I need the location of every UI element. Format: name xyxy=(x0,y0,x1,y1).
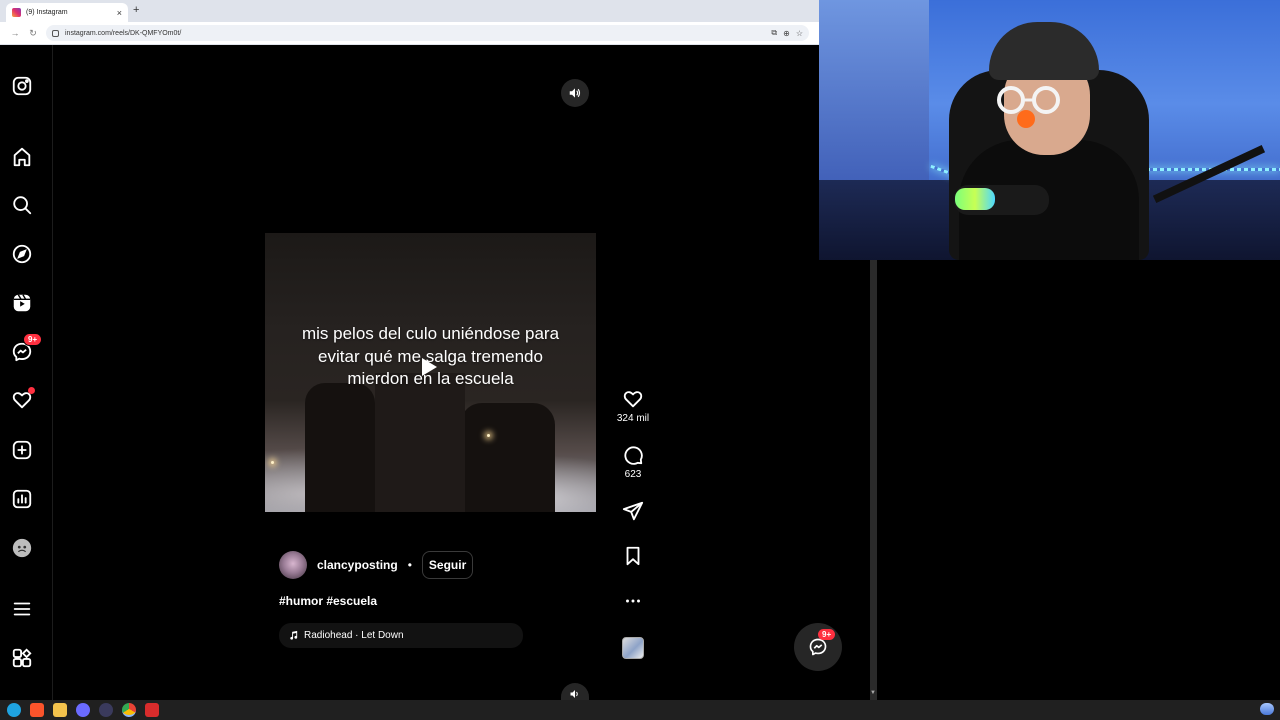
reel-author: clancyposting • Seguir xyxy=(279,551,474,579)
page-scrollbar[interactable] xyxy=(870,260,877,700)
author-avatar[interactable] xyxy=(279,551,307,579)
edge-icon[interactable] xyxy=(7,703,21,717)
reel-overlay-text: mis pelos del culo uniéndose para evitar… xyxy=(301,324,560,388)
site-info-icon[interactable] xyxy=(52,29,59,37)
create-icon[interactable] xyxy=(11,439,33,461)
author-username[interactable]: clancyposting xyxy=(317,558,398,572)
webcam-novelty-glasses xyxy=(997,86,1060,114)
obs-icon[interactable] xyxy=(99,703,113,717)
zoom-icon[interactable]: ⊕ xyxy=(783,29,790,38)
video-star-light xyxy=(271,461,274,464)
video-star-light xyxy=(487,434,490,437)
more-dots-icon xyxy=(626,599,640,603)
bookmark-icon xyxy=(626,546,640,566)
send-icon xyxy=(622,501,644,521)
music-note-icon xyxy=(290,630,298,640)
more-menu-icon[interactable] xyxy=(11,598,33,620)
comment-icon xyxy=(624,446,643,465)
audio-track[interactable]: Radiohead · Let Down xyxy=(279,623,523,648)
install-app-icon[interactable]: ⧉ xyxy=(771,28,777,38)
brave-icon[interactable] xyxy=(30,703,44,717)
also-from-meta-icon[interactable] xyxy=(11,647,33,669)
app-icon[interactable] xyxy=(76,703,90,717)
separator-dot: • xyxy=(407,558,412,572)
like-button[interactable]: 324 mil xyxy=(612,388,654,424)
url-text: instagram.com/reels/DK-QMFYOm0t/ xyxy=(65,29,182,37)
reel-hashtags[interactable]: #humor #escuela xyxy=(279,594,377,608)
play-icon[interactable] xyxy=(422,358,437,376)
webcam-microphone-rgb xyxy=(955,188,995,210)
chrome-icon[interactable] xyxy=(122,703,136,717)
notifications-dot xyxy=(28,387,35,394)
scroll-down-arrow-icon[interactable]: ▼ xyxy=(870,690,876,696)
reload-icon[interactable]: ↻ xyxy=(28,28,38,39)
heart-icon xyxy=(623,391,643,408)
messenger-icon xyxy=(809,638,827,656)
notifications-icon[interactable] xyxy=(11,387,35,411)
instagram-page: 9+ mis pelos del culo uniéndose para evi… xyxy=(0,45,878,705)
messages-icon[interactable]: 9+ xyxy=(11,333,43,363)
forward-icon[interactable]: → xyxy=(10,28,20,38)
webcam-person-cap xyxy=(989,22,1099,80)
instagram-favicon-icon xyxy=(12,8,21,17)
bookmark-star-icon[interactable]: ☆ xyxy=(796,29,803,38)
sidebar-divider xyxy=(52,45,53,700)
save-button[interactable] xyxy=(612,545,654,567)
more-options-button[interactable] xyxy=(612,590,654,612)
video-figure-left xyxy=(305,383,375,512)
audio-thumbnail[interactable] xyxy=(622,637,644,659)
messages-fab-badge: 9+ xyxy=(818,629,836,640)
follow-button[interactable]: Seguir xyxy=(421,551,474,579)
new-tab-button[interactable]: + xyxy=(133,4,139,16)
messages-floating-button[interactable]: 9+ xyxy=(794,623,842,671)
like-count: 324 mil xyxy=(616,413,650,424)
address-bar[interactable]: instagram.com/reels/DK-QMFYOm0t/ ⧉ ⊕ ☆ xyxy=(46,25,809,41)
browser-chrome: (9) Instagram × + → ↻ instagram.com/reel… xyxy=(0,0,819,45)
weather-icon[interactable] xyxy=(1260,703,1274,715)
audio-track-label: Radiohead · Let Down xyxy=(304,630,404,641)
profile-avatar[interactable] xyxy=(11,537,33,559)
comment-count: 623 xyxy=(624,469,642,480)
mute-toggle-button[interactable] xyxy=(561,79,589,107)
home-icon[interactable] xyxy=(11,146,33,168)
webcam-clown-nose xyxy=(1017,110,1035,128)
app-icon-red[interactable] xyxy=(145,703,159,717)
tab-close-icon[interactable]: × xyxy=(117,8,122,18)
browser-toolbar: → ↻ instagram.com/reels/DK-QMFYOm0t/ ⧉ ⊕… xyxy=(0,22,819,44)
windows-taskbar xyxy=(0,700,1280,720)
dashboard-icon[interactable] xyxy=(11,488,33,510)
explore-icon[interactable] xyxy=(11,243,33,265)
reels-icon[interactable] xyxy=(11,292,33,314)
messages-badge: 9+ xyxy=(23,333,43,346)
share-button[interactable] xyxy=(612,500,654,522)
video-figure-right xyxy=(460,403,555,512)
tab-strip: (9) Instagram × + xyxy=(0,0,819,22)
search-icon[interactable] xyxy=(11,194,33,216)
reel-video[interactable]: mis pelos del culo uniéndose para evitar… xyxy=(265,233,596,512)
file-explorer-icon[interactable] xyxy=(53,703,67,717)
video-figure-center xyxy=(375,373,465,512)
comment-button[interactable]: 623 xyxy=(612,444,654,480)
browser-tab-instagram[interactable]: (9) Instagram × xyxy=(6,3,128,22)
tab-title: (9) Instagram xyxy=(26,9,68,16)
instagram-logo-icon[interactable] xyxy=(11,75,33,97)
streamer-webcam xyxy=(819,0,1280,260)
